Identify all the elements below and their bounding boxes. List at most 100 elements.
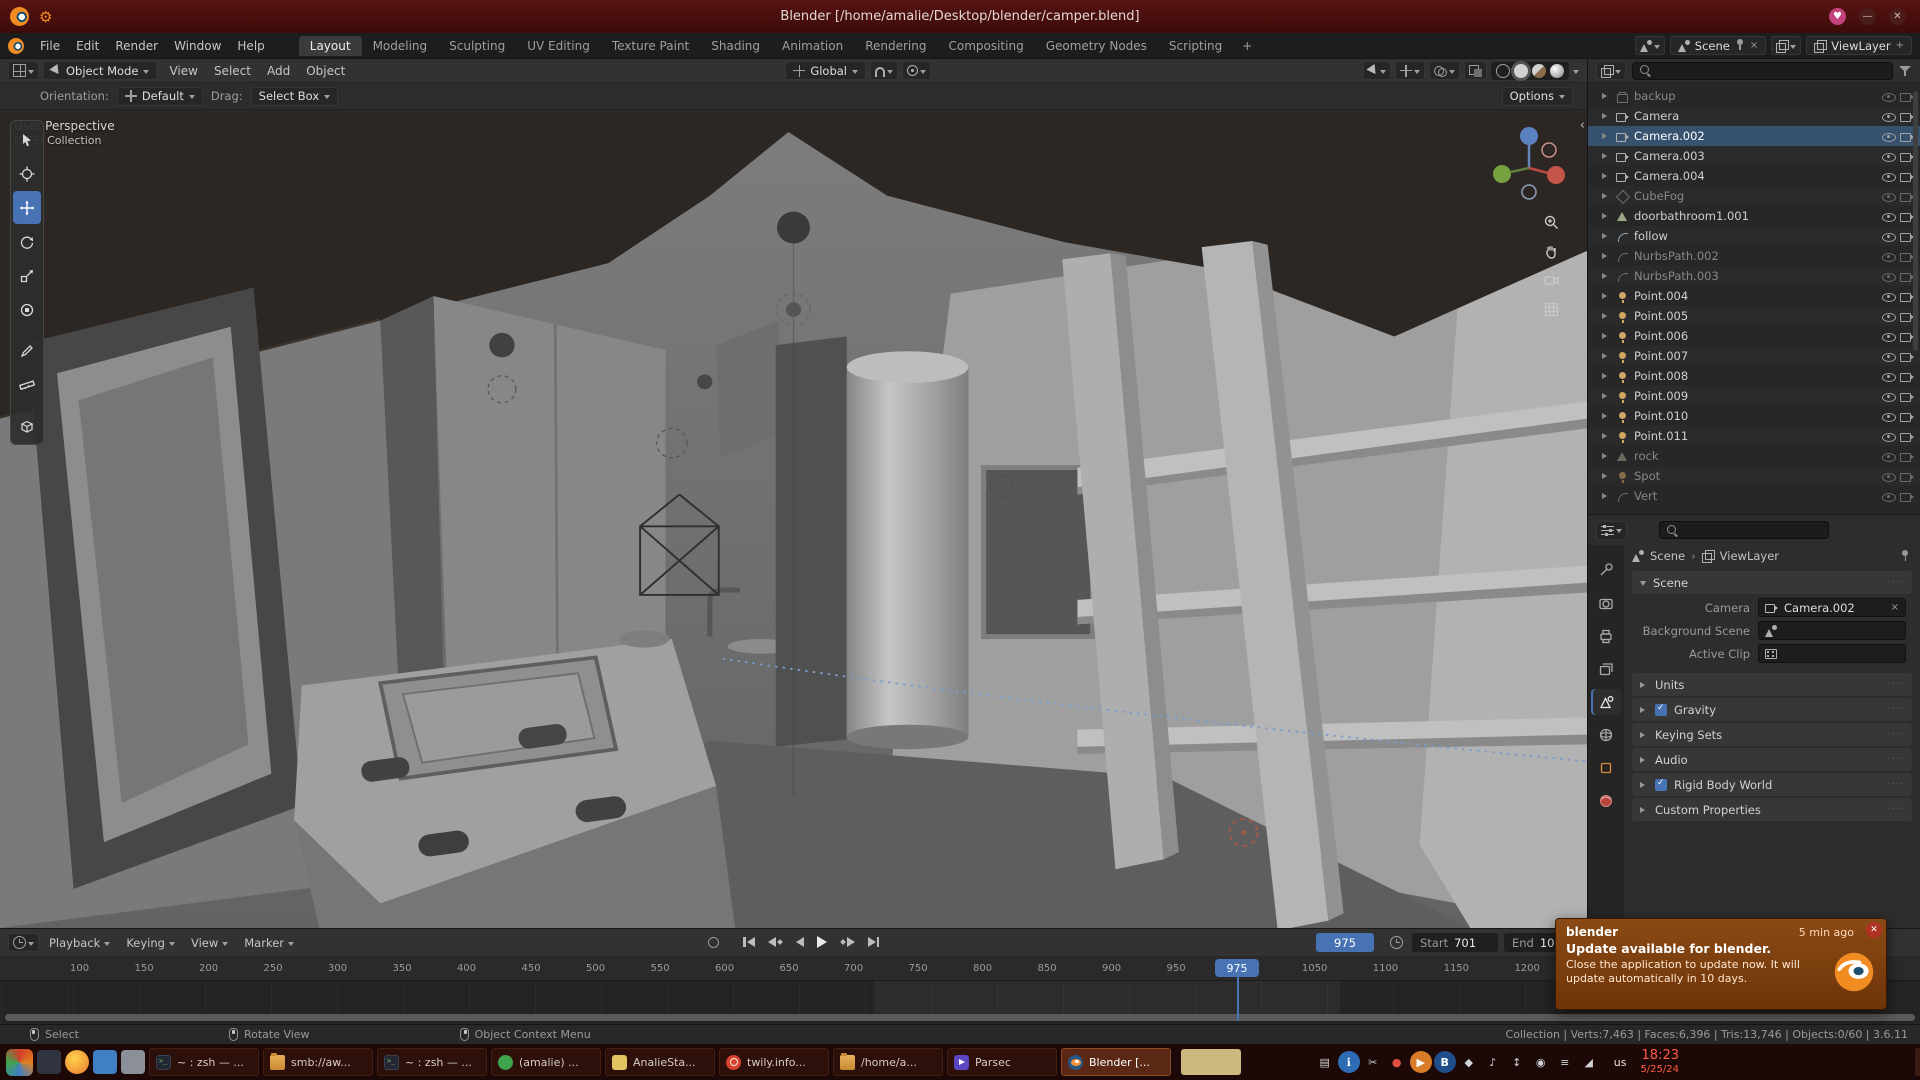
scene-camera-field[interactable]: Camera.002 × [1758,598,1906,617]
render-visibility-icon[interactable] [1900,211,1914,222]
visibility-eye-icon[interactable] [1882,470,1896,483]
viewlayer-browse-button[interactable] [1771,36,1801,55]
timeline-menu-item[interactable]: Marker [236,936,302,950]
select-box-tool[interactable] [13,123,41,156]
options-dropdown[interactable]: Options [1502,87,1573,106]
outliner-row[interactable]: Point.004 [1588,286,1920,306]
outliner-row[interactable]: Point.007 [1588,346,1920,366]
auto-key-toggle[interactable] [708,937,719,948]
visibility-eye-icon[interactable] [1882,210,1896,223]
outliner-row[interactable]: Point.010 [1588,406,1920,426]
render-visibility-icon[interactable] [1900,271,1914,282]
clock[interactable]: 18:23 5/25/24 [1640,1049,1679,1075]
menu-item[interactable]: Help [229,33,272,58]
menu-item[interactable]: Window [166,33,229,58]
visibility-eye-icon[interactable] [1882,290,1896,303]
render-visibility-icon[interactable] [1900,91,1914,102]
outliner-row[interactable]: Point.006 [1588,326,1920,346]
drag-dropdown[interactable]: Select Box [251,87,339,106]
solid-shading-button[interactable] [1514,64,1528,78]
scene-selector[interactable]: Scene × [1670,36,1766,55]
current-frame-field[interactable]: 975 [1316,933,1374,952]
expand-arrow-icon[interactable] [1602,433,1610,439]
viewport-menu-item[interactable]: Object [298,59,353,82]
jump-to-end-button[interactable] [865,933,883,951]
visibility-eye-icon[interactable] [1882,270,1896,283]
render-visibility-icon[interactable] [1900,391,1914,402]
tray-icon[interactable]: ≡ [1554,1051,1576,1073]
annotate-tool[interactable] [13,334,41,367]
render-visibility-icon[interactable] [1900,151,1914,162]
timeline-editor-button[interactable] [8,933,39,952]
visibility-eye-icon[interactable] [1882,410,1896,423]
view-axis-gizmo[interactable] [1487,122,1571,206]
viewport-menu-item[interactable]: Select [206,59,259,82]
tray-icon[interactable]: ● [1386,1051,1408,1073]
workspace-tab[interactable]: Animation [771,36,854,56]
tray-icon[interactable]: ✂ [1362,1051,1384,1073]
close-icon[interactable]: ✕ [1889,8,1906,25]
blender-menu-icon[interactable] [8,38,24,54]
taskbar-window-button[interactable]: AnalieSta... [605,1048,715,1076]
tab-render[interactable] [1591,590,1621,616]
timeline-menu-item[interactable]: View [183,936,236,950]
workspace-tab[interactable]: Shading [700,36,771,56]
next-keyframe-button[interactable] [837,933,858,951]
outliner-row[interactable]: Camera.002 [1588,126,1920,146]
outliner-row[interactable]: CubeFog [1588,186,1920,206]
background-scene-field[interactable] [1758,621,1906,640]
visibility-eye-icon[interactable] [1882,430,1896,443]
tray-icon[interactable]: ◢ [1578,1051,1600,1073]
expand-arrow-icon[interactable] [1602,473,1610,479]
minimize-icon[interactable]: — [1859,8,1876,25]
expand-arrow-icon[interactable] [1602,413,1610,419]
tray-icon[interactable]: ℹ [1338,1051,1360,1073]
render-visibility-icon[interactable] [1900,431,1914,442]
visibility-eye-icon[interactable] [1882,390,1896,403]
workspace-tab[interactable]: Rendering [854,36,937,56]
grid-ortho-icon[interactable] [1543,301,1561,319]
outliner-row[interactable]: Vert [1588,486,1920,506]
taskbar-window-button[interactable]: ~ : zsh — ... [377,1048,487,1076]
expand-arrow-icon[interactable] [1602,193,1610,199]
section-checkbox[interactable] [1655,704,1667,716]
transform-orientation-selector[interactable]: Global [785,61,866,80]
workspace-tab[interactable]: Modeling [362,36,439,56]
properties-section-header[interactable]: Rigid Body World ···· [1632,773,1912,796]
tab-view-layer[interactable] [1591,656,1621,682]
outliner-search-input[interactable] [1657,63,1885,78]
tab-scene[interactable] [1591,689,1621,715]
breadcrumb-viewlayer[interactable]: ViewLayer [1720,549,1779,563]
selectability-dropdown[interactable] [1363,61,1391,80]
scene-section-header[interactable]: Scene ···· [1632,571,1912,594]
render-visibility-icon[interactable] [1900,371,1914,382]
outliner-row[interactable]: Point.009 [1588,386,1920,406]
render-visibility-icon[interactable] [1900,351,1914,362]
render-visibility-icon[interactable] [1900,331,1914,342]
pan-hand-icon[interactable] [1543,243,1561,261]
properties-section-header[interactable]: Custom Properties ···· [1632,798,1912,821]
viewport-menu-item[interactable]: View [161,59,205,82]
shading-options-icon[interactable] [1573,70,1579,77]
quicklaunch-editor-icon[interactable] [121,1050,145,1074]
breadcrumb-scene[interactable]: Scene [1650,549,1685,563]
3d-viewport[interactable]: User Perspective (975) Collection [0,110,1587,928]
prev-keyframe-button[interactable] [765,933,786,951]
active-clip-field[interactable] [1758,644,1906,663]
jump-to-start-button[interactable] [740,933,758,951]
visibility-eye-icon[interactable] [1882,170,1896,183]
outliner-display-mode[interactable] [1596,61,1626,80]
render-visibility-icon[interactable] [1900,291,1914,302]
render-visibility-icon[interactable] [1900,251,1914,262]
menu-item[interactable]: Render [107,33,166,58]
render-visibility-icon[interactable] [1900,131,1914,142]
outliner-row[interactable]: Camera.004 [1588,166,1920,186]
expand-arrow-icon[interactable] [1602,113,1610,119]
panel-edge-handle[interactable] [1915,1048,1920,1076]
tray-icon[interactable]: ▤ [1314,1051,1336,1073]
filter-icon[interactable] [1899,65,1912,77]
outliner-row[interactable]: Camera.003 [1588,146,1920,166]
render-visibility-icon[interactable] [1900,231,1914,242]
tray-icon[interactable]: ◆ [1458,1051,1480,1073]
workspace-tab[interactable]: Geometry Nodes [1035,36,1158,56]
